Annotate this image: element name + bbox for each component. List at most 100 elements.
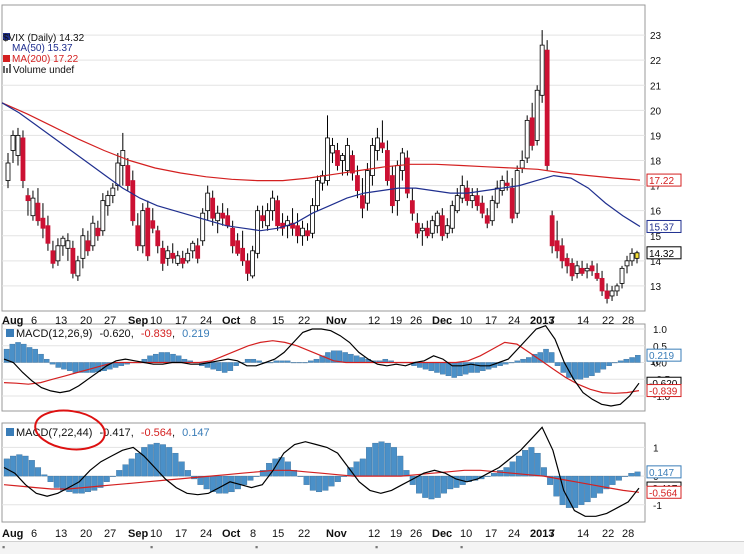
x-axis-bottom-tick-label: 24 <box>508 528 520 540</box>
candle-body <box>424 227 430 237</box>
candle-body <box>504 182 510 186</box>
candle-body <box>85 240 91 252</box>
candle-body <box>584 267 590 272</box>
macd2-histogram-bar <box>116 470 123 477</box>
macd1-histogram-bar <box>49 362 56 365</box>
candle-body <box>559 245 565 262</box>
macd2-histogram-bar <box>590 475 597 498</box>
ma200-legend: MA(200) 17.22 <box>12 54 79 65</box>
macd1-histogram-bar <box>313 358 320 363</box>
macd1-histogram-bar <box>422 362 429 370</box>
price-last-value-label: 15.37 <box>649 222 674 233</box>
macd1-histogram-bar <box>629 357 635 363</box>
x-axis-bottom-tick-label: Oct <box>222 528 241 540</box>
macd2-histogram-bar <box>47 475 54 482</box>
macd2-histogram-bar <box>266 463 273 477</box>
candle-body <box>255 210 261 254</box>
candle-body <box>60 237 66 247</box>
macd1-histogram-bar <box>635 355 641 363</box>
macd1-histogram-bar <box>359 357 366 363</box>
macd2-histogram-bar <box>35 467 42 477</box>
macd1-histogram-bar <box>342 352 348 363</box>
macd2-histogram-bar <box>378 441 385 477</box>
candle-body <box>514 170 520 214</box>
macd1-histogram-bar <box>153 353 159 363</box>
candle-body <box>145 207 151 257</box>
macd2-histogram-bar <box>159 444 166 477</box>
candle-body <box>330 145 335 154</box>
macd2-histogram-bar <box>309 475 316 491</box>
macd1-value: -0.620 <box>99 328 130 340</box>
macd1-histogram-value: 0.219 <box>182 328 210 340</box>
x-axis-bottom-tick-label: 17 <box>175 528 187 540</box>
candle-body <box>105 195 111 207</box>
candle-body <box>70 247 76 274</box>
macd1-histogram-bar <box>417 362 423 368</box>
volume-legend: Volume undef <box>13 65 74 76</box>
macd2-histogram-bar <box>634 471 641 477</box>
candle-body <box>429 220 435 234</box>
macd2-histogram-bar <box>22 455 29 477</box>
macd2-histogram-bar <box>484 475 491 477</box>
candle-body <box>434 212 440 227</box>
macd2-histogram-bar <box>328 475 335 487</box>
candle-body <box>215 212 221 222</box>
macd2-histogram-bar <box>128 458 135 477</box>
candle-body <box>499 180 505 192</box>
candle-body <box>449 205 455 229</box>
macd2-histogram-bar <box>534 452 541 477</box>
candle-body <box>155 230 161 247</box>
macd2-histogram-bar <box>528 447 535 477</box>
macd2-plot-area <box>1 422 646 523</box>
candle-body <box>15 135 21 156</box>
macd2-histogram-bar <box>53 475 60 488</box>
macd2-histogram-bar <box>60 475 67 491</box>
x-axis-top-tick-label: Oct <box>222 315 241 327</box>
macd1-histogram-bar <box>164 352 170 363</box>
macd1-histogram-bar <box>577 362 584 380</box>
candle-body <box>419 227 425 232</box>
candle-body <box>225 215 231 227</box>
candle-body <box>135 225 141 247</box>
candle-body <box>389 175 395 207</box>
macd1-signal-value: -0.839 <box>141 328 172 340</box>
x-axis-bottom-tick-label: 13 <box>55 528 67 540</box>
macd2-histogram-bar <box>253 475 260 477</box>
candle-body <box>125 165 131 186</box>
macd1-last-value-label: -0.839 <box>649 387 678 398</box>
macd1-histogram-bar <box>623 358 630 363</box>
candle-body <box>599 277 605 292</box>
macd1-histogram-bar <box>84 362 90 373</box>
macd2-histogram-bar <box>428 475 435 500</box>
macd1-histogram-bar <box>526 357 532 363</box>
macd2-histogram-bar <box>622 475 629 477</box>
candle-body <box>55 245 61 262</box>
x-axis-bottom: Aug 6 13 20 27 Sep 10 17 24 Oct 8 15 22 Nov 12 19 26 Dec 1… <box>2 528 634 540</box>
macd2-histogram-bar <box>234 475 241 490</box>
x-axis-bottom-tick-label: 22 <box>298 528 310 540</box>
candle-body <box>245 260 251 274</box>
candle-body <box>459 185 465 199</box>
macd2-signal-value: -0.564 <box>141 427 172 439</box>
candle-body <box>180 257 186 264</box>
macd2-histogram-bar <box>447 475 454 490</box>
candle-body <box>509 187 515 219</box>
candle-body <box>370 145 375 176</box>
x-axis-bottom-tick-label: 8 <box>250 528 256 540</box>
candle-body <box>454 195 460 212</box>
macd2-histogram-bar <box>110 475 116 477</box>
candle-body <box>469 195 475 202</box>
macd1-histogram-bar <box>112 362 119 368</box>
x-axis-bottom-tick-label: 6 <box>31 528 37 540</box>
candle-body <box>360 195 365 209</box>
candle-body <box>519 160 525 169</box>
candle-body <box>5 162 11 181</box>
macd1-histogram-bar <box>474 362 480 373</box>
macd1-histogram-bar <box>32 348 38 363</box>
macd2-histogram-bar <box>366 447 373 477</box>
macd1-histogram-bar <box>290 362 297 364</box>
macd2-name: MACD(7,22,44) <box>16 427 92 439</box>
candle-body <box>414 222 420 234</box>
macd1-histogram-bar <box>15 342 21 363</box>
candle-body <box>235 240 241 254</box>
